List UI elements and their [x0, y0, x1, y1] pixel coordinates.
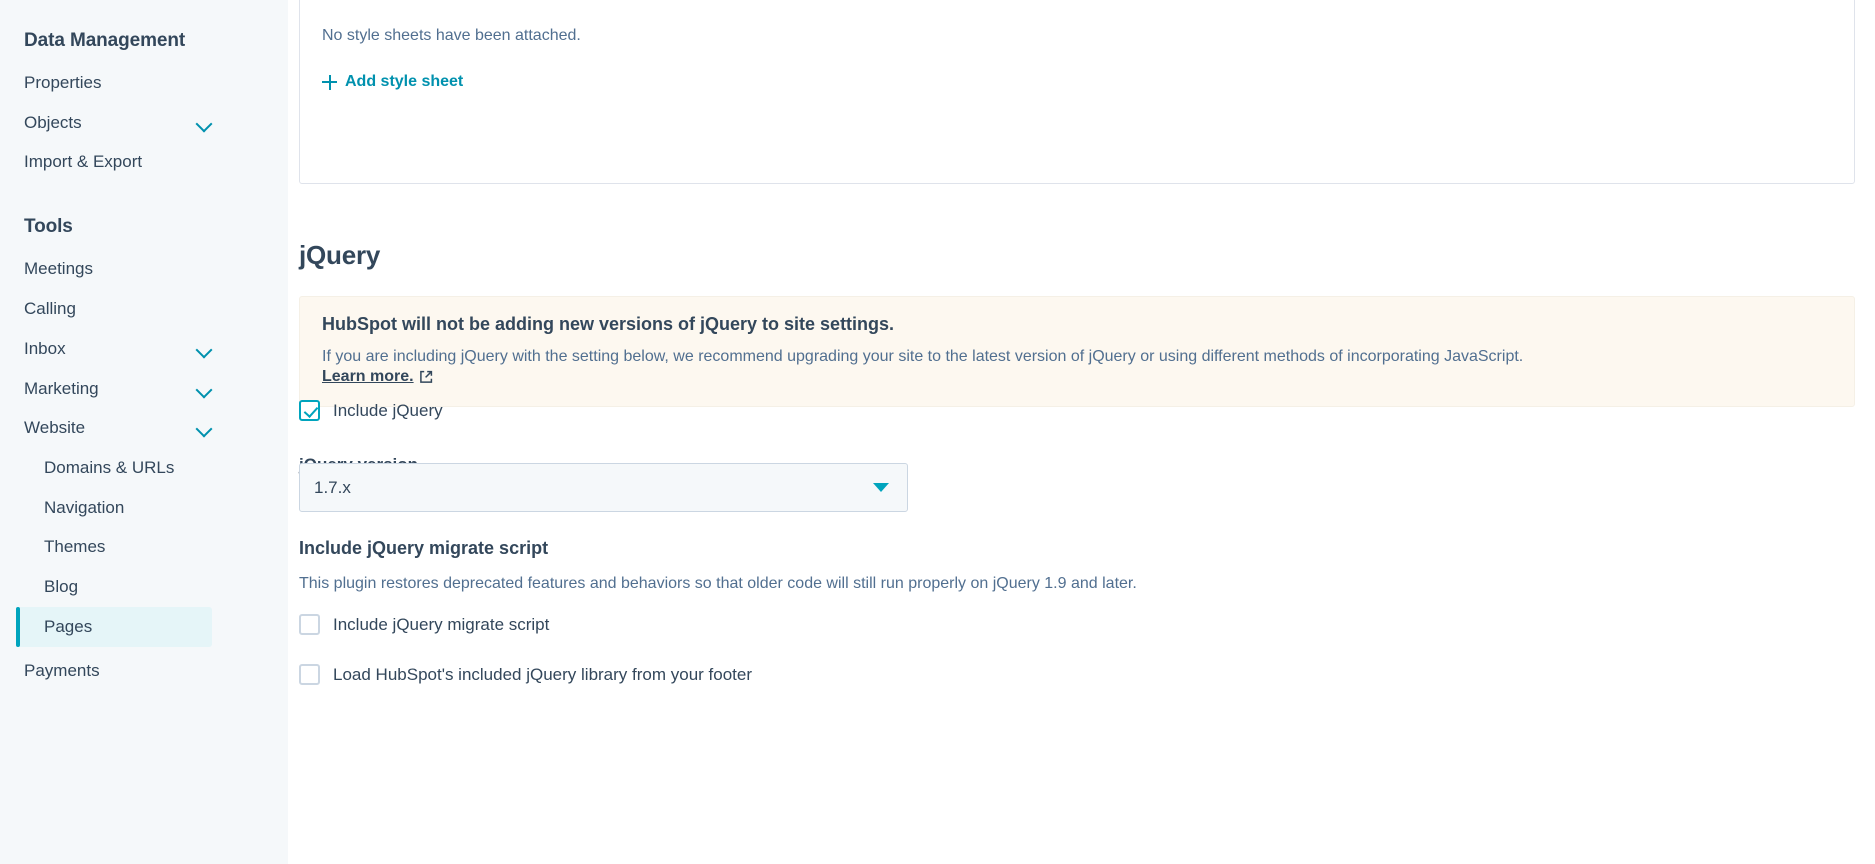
chevron-down-icon[interactable] [873, 483, 889, 492]
sidebar-item-meetings[interactable]: Meetings [24, 259, 214, 279]
migrate-script-description: This plugin restores deprecated features… [299, 575, 1137, 592]
add-style-sheet-button[interactable]: Add style sheet [322, 73, 463, 91]
settings-content: Attached style sheets These style sheets… [288, 0, 1875, 864]
sidebar-item-label: Objects [24, 113, 82, 132]
add-style-sheet-label: Add style sheet [345, 73, 464, 91]
jquery-deprecation-alert: HubSpot will not be adding new versions … [299, 296, 1855, 408]
sidebar-item-domains-urls[interactable]: Domains & URLs [44, 458, 214, 478]
sidebar-item-properties[interactable]: Properties [24, 73, 214, 93]
learn-more-label: Learn more. [322, 368, 414, 386]
include-jquery-checkbox[interactable] [299, 400, 320, 421]
sidebar-item-label: Website [24, 418, 86, 437]
active-indicator-bar [16, 607, 20, 647]
include-migrate-checkbox-row[interactable]: Include jQuery migrate script [299, 614, 549, 635]
sidebar-item-navigation[interactable]: Navigation [44, 498, 214, 518]
sidebar-section-title-data-management: Data Management [24, 30, 186, 51]
sidebar-item-marketing[interactable]: Marketing [24, 379, 214, 399]
sidebar-item-label: Domains & URLs [44, 458, 175, 477]
chevron-down-icon[interactable] [196, 419, 214, 437]
sidebar-section-title-tools: Tools [24, 216, 73, 237]
sidebar-item-label: Payments [24, 661, 100, 680]
load-footer-checkbox-row[interactable]: Load HubSpot's included jQuery library f… [299, 664, 752, 685]
sidebar-item-inbox[interactable]: Inbox [24, 339, 214, 359]
sidebar-item-label: Meetings [24, 259, 93, 278]
sidebar-item-blog[interactable]: Blog [44, 577, 214, 597]
jquery-version-select[interactable]: 1.7.x [299, 463, 908, 512]
jquery-section-heading: jQuery [299, 240, 381, 270]
sidebar-item-website[interactable]: Website [24, 418, 214, 438]
chevron-down-icon[interactable] [196, 380, 214, 398]
sidebar-item-objects[interactable]: Objects [24, 113, 214, 133]
sidebar-item-label: Import & Export [24, 152, 143, 171]
sidebar-item-payments[interactable]: Payments [24, 661, 214, 681]
sidebar-item-import-export[interactable]: Import & Export [24, 152, 214, 172]
sidebar-item-label: Blog [44, 577, 79, 596]
sidebar-item-label: Navigation [44, 498, 125, 517]
sidebar-item-label: Inbox [24, 339, 66, 358]
jquery-version-value: 1.7.x [314, 477, 351, 497]
load-footer-label: Load HubSpot's included jQuery library f… [333, 664, 753, 684]
include-migrate-label: Include jQuery migrate script [333, 614, 550, 634]
sidebar-item-label: Pages [44, 617, 93, 636]
migrate-script-heading: Include jQuery migrate script [299, 538, 549, 558]
sidebar-item-label: Themes [44, 537, 106, 556]
include-jquery-checkbox-row[interactable]: Include jQuery [299, 400, 443, 421]
empty-state-text: No style sheets have been attached. [322, 27, 581, 45]
sidebar-item-calling[interactable]: Calling [24, 299, 214, 319]
include-migrate-checkbox[interactable] [299, 614, 320, 635]
app-root: Data Management Properties Objects Impor… [0, 0, 1875, 864]
external-link-icon [419, 370, 433, 384]
settings-sidebar: Data Management Properties Objects Impor… [0, 0, 288, 864]
card-description: These style sheets will affect all pages… [322, 0, 1832, 1]
alert-body: If you are including jQuery with the set… [322, 348, 1524, 365]
sidebar-item-pages[interactable]: Pages [16, 607, 212, 647]
chevron-down-icon[interactable] [196, 340, 214, 358]
plus-icon [322, 74, 337, 90]
sidebar-item-label: Marketing [24, 379, 99, 398]
attached-style-sheets-card: Attached style sheets These style sheets… [299, 0, 1855, 184]
sidebar-item-themes[interactable]: Themes [44, 537, 214, 557]
include-jquery-label: Include jQuery [333, 400, 443, 420]
learn-more-link[interactable]: Learn more. [322, 368, 433, 386]
alert-title: HubSpot will not be adding new versions … [322, 314, 895, 334]
sidebar-item-label: Properties [24, 73, 102, 92]
load-footer-checkbox[interactable] [299, 664, 320, 685]
chevron-down-icon[interactable] [196, 114, 214, 132]
sidebar-item-label: Calling [24, 299, 76, 318]
